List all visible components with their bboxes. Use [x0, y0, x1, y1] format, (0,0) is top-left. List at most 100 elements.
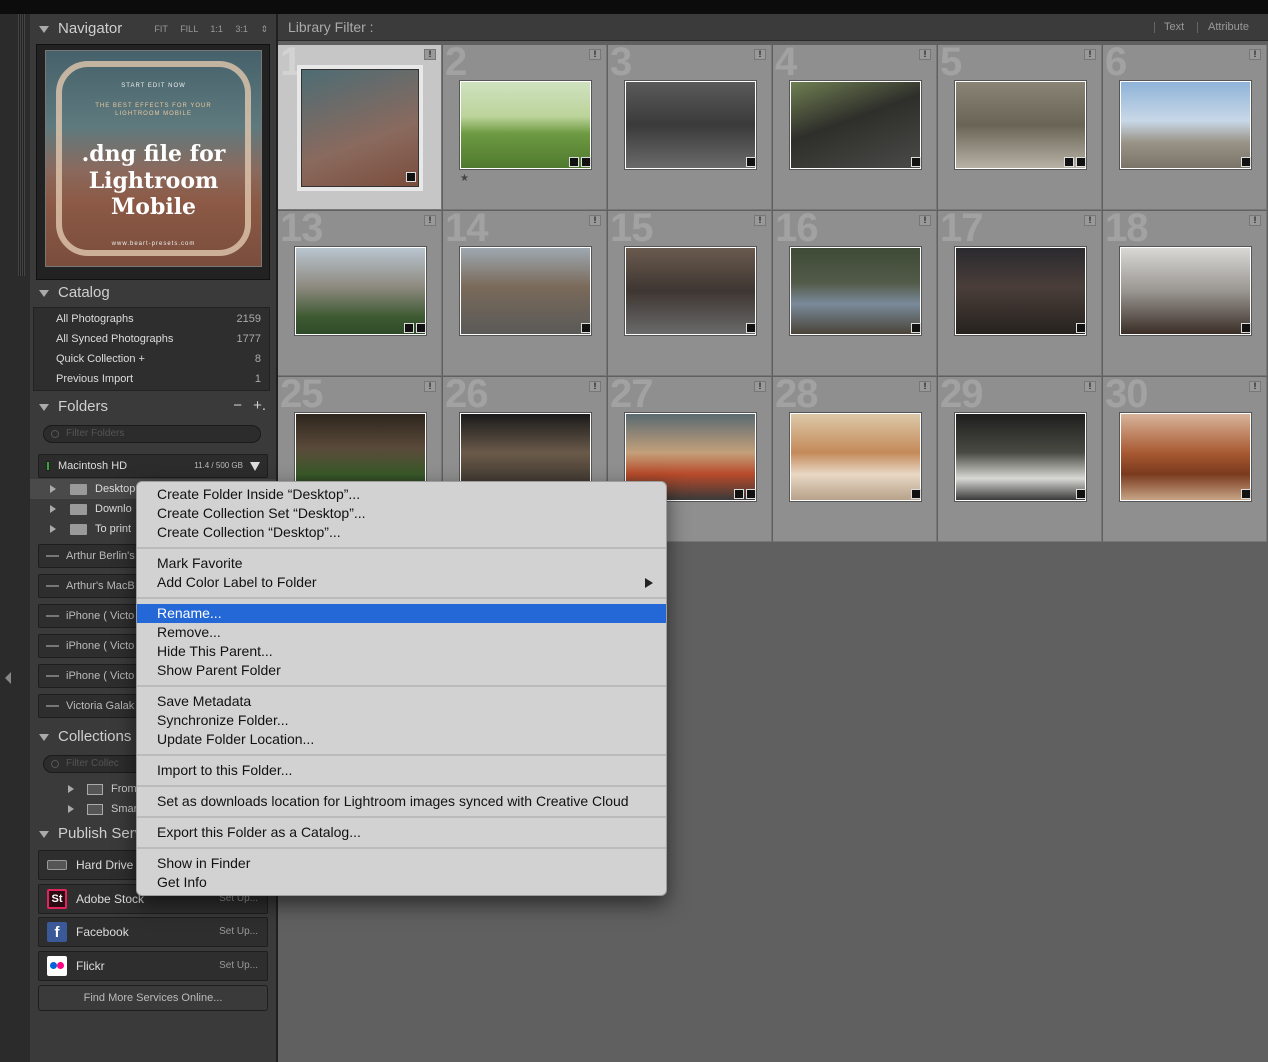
- menu-item-save-metadata[interactable]: Save Metadata: [137, 692, 666, 711]
- zoom-1-1[interactable]: 1:1: [210, 24, 223, 34]
- photo-thumbnail[interactable]: [954, 80, 1087, 170]
- grid-cell[interactable]: 3!: [608, 45, 772, 210]
- photo-thumbnail[interactable]: [954, 246, 1087, 336]
- panel-resize-grip[interactable]: [18, 14, 25, 276]
- grid-cell[interactable]: 1!: [278, 45, 442, 210]
- menu-item-hide-this-parent[interactable]: Hide This Parent...: [137, 642, 666, 661]
- folders-header[interactable]: Folders − +.: [30, 394, 276, 420]
- grid-cell[interactable]: 16!: [773, 211, 937, 376]
- find-more-services-button[interactable]: Find More Services Online...: [38, 985, 268, 1011]
- remove-folder-icon[interactable]: −: [233, 393, 242, 419]
- grid-cell[interactable]: 13!: [278, 211, 442, 376]
- menu-item-add-color-label-to-folder[interactable]: Add Color Label to Folder: [137, 573, 666, 592]
- metadata-flag-icon[interactable]: !: [589, 49, 601, 60]
- rating-star-icon[interactable]: ★: [460, 173, 469, 184]
- zoom-stepper-icon[interactable]: ⇕: [260, 24, 268, 34]
- metadata-flag-icon[interactable]: !: [919, 215, 931, 226]
- navigator-preview[interactable]: START EDIT NOW THE BEST EFFECTS FOR YOUR…: [36, 44, 270, 280]
- photo-thumbnail[interactable]: [294, 246, 427, 336]
- expand-triangle-icon[interactable]: [68, 805, 74, 813]
- metadata-flag-icon[interactable]: !: [919, 49, 931, 60]
- library-filter-bar: Library Filter : Text Attribute: [278, 14, 1268, 41]
- metadata-flag-icon[interactable]: !: [424, 381, 436, 392]
- metadata-flag-icon[interactable]: !: [424, 215, 436, 226]
- photo-thumbnail[interactable]: [1119, 246, 1252, 336]
- grid-cell[interactable]: 2! ★: [443, 45, 607, 210]
- photo-thumbnail[interactable]: [789, 246, 922, 336]
- menu-item-show-parent-folder[interactable]: Show Parent Folder: [137, 661, 666, 680]
- filter-folders-input[interactable]: Filter Folders: [43, 425, 261, 443]
- photo-thumbnail[interactable]: [789, 80, 922, 170]
- catalog-item-all-photographs[interactable]: All Photographs 2159: [34, 309, 269, 329]
- grid-cell[interactable]: 4!: [773, 45, 937, 210]
- menu-item-rename[interactable]: Rename...: [137, 604, 666, 623]
- filter-option-attribute[interactable]: Attribute: [1208, 14, 1249, 41]
- catalog-item-quick-collection[interactable]: Quick Collection + 8: [34, 349, 269, 369]
- catalog-item-all-synced[interactable]: All Synced Photographs 1777: [34, 329, 269, 349]
- photo-thumbnail[interactable]: [789, 412, 922, 502]
- device-label: Arthur's MacB: [66, 580, 135, 592]
- metadata-flag-icon[interactable]: !: [1249, 49, 1261, 60]
- grid-cell[interactable]: 14!: [443, 211, 607, 376]
- zoom-fit[interactable]: FIT: [154, 24, 167, 34]
- metadata-flag-icon[interactable]: !: [1249, 215, 1261, 226]
- dropdown-arrow-icon[interactable]: [250, 462, 260, 471]
- photo-thumbnail[interactable]: [1119, 412, 1252, 502]
- zoom-3-1[interactable]: 3:1: [235, 24, 248, 34]
- catalog-header[interactable]: Catalog: [30, 280, 276, 306]
- metadata-flag-icon[interactable]: !: [1084, 381, 1096, 392]
- menu-item-synchronize-folder[interactable]: Synchronize Folder...: [137, 711, 666, 730]
- menu-item-create-collection-set-desktop[interactable]: Create Collection Set “Desktop”...: [137, 504, 666, 523]
- photo-thumbnail[interactable]: [624, 80, 757, 170]
- menu-item-mark-favorite[interactable]: Mark Favorite: [137, 554, 666, 573]
- photo-thumbnail[interactable]: [459, 246, 592, 336]
- menu-item-remove[interactable]: Remove...: [137, 623, 666, 642]
- metadata-flag-icon[interactable]: !: [1249, 381, 1261, 392]
- photo-thumbnail[interactable]: [954, 412, 1087, 502]
- grid-cell[interactable]: 5!: [938, 45, 1102, 210]
- photo-thumbnail[interactable]: [624, 246, 757, 336]
- service-facebook[interactable]: f Facebook Set Up...: [38, 917, 268, 947]
- menu-item-export-this-folder-as-a-catalog[interactable]: Export this Folder as a Catalog...: [137, 823, 666, 842]
- photo-thumbnail[interactable]: [459, 80, 592, 170]
- add-folder-icon[interactable]: +.: [253, 393, 266, 419]
- grid-cell[interactable]: 28!: [773, 377, 937, 542]
- navigator-header[interactable]: Navigator FIT FILL 1:1 3:1 ⇕: [30, 16, 276, 42]
- expand-triangle-icon[interactable]: [68, 785, 74, 793]
- metadata-flag-icon[interactable]: !: [1084, 49, 1096, 60]
- metadata-flag-icon[interactable]: !: [754, 49, 766, 60]
- grid-cell[interactable]: 29!: [938, 377, 1102, 542]
- metadata-flag-icon[interactable]: !: [424, 49, 436, 60]
- expand-triangle-icon[interactable]: [50, 505, 56, 513]
- metadata-flag-icon[interactable]: !: [754, 215, 766, 226]
- metadata-flag-icon[interactable]: !: [754, 381, 766, 392]
- zoom-fill[interactable]: FILL: [180, 24, 198, 34]
- metadata-flag-icon[interactable]: !: [589, 381, 601, 392]
- menu-item-set-as-downloads-location-for-lightroom-images-synced-with-creative-cloud[interactable]: Set as downloads location for Lightroom …: [137, 792, 666, 811]
- grid-cell[interactable]: 18!: [1103, 211, 1267, 376]
- service-flickr[interactable]: Flickr Set Up...: [38, 951, 268, 981]
- menu-item-create-folder-inside-desktop[interactable]: Create Folder Inside “Desktop”...: [137, 485, 666, 504]
- metadata-flag-icon[interactable]: !: [589, 215, 601, 226]
- menu-item-create-collection-desktop[interactable]: Create Collection “Desktop”...: [137, 523, 666, 542]
- grid-cell[interactable]: 6!: [1103, 45, 1267, 210]
- metadata-flag-icon[interactable]: !: [1084, 215, 1096, 226]
- expand-triangle-icon[interactable]: [50, 525, 56, 533]
- photo-thumbnail[interactable]: [1119, 80, 1252, 170]
- collapse-left-arrow-icon[interactable]: [5, 672, 11, 684]
- grid-cell[interactable]: 17!: [938, 211, 1102, 376]
- setup-link[interactable]: Set Up...: [219, 952, 258, 980]
- filter-option-text[interactable]: Text: [1164, 14, 1184, 41]
- menu-item-show-in-finder[interactable]: Show in Finder: [137, 854, 666, 873]
- grid-cell[interactable]: 30!: [1103, 377, 1267, 542]
- expand-triangle-icon[interactable]: [50, 485, 56, 493]
- photo-thumbnail[interactable]: [297, 65, 423, 191]
- volume-macintosh-hd[interactable]: Macintosh HD 11.4 / 500 GB: [38, 454, 268, 478]
- menu-item-import-to-this-folder[interactable]: Import to this Folder...: [137, 761, 666, 780]
- menu-item-get-info[interactable]: Get Info: [137, 873, 666, 892]
- menu-item-update-folder-location[interactable]: Update Folder Location...: [137, 730, 666, 749]
- grid-cell[interactable]: 15!: [608, 211, 772, 376]
- catalog-item-previous-import[interactable]: Previous Import 1: [34, 369, 269, 389]
- metadata-flag-icon[interactable]: !: [919, 381, 931, 392]
- setup-link[interactable]: Set Up...: [219, 918, 258, 946]
